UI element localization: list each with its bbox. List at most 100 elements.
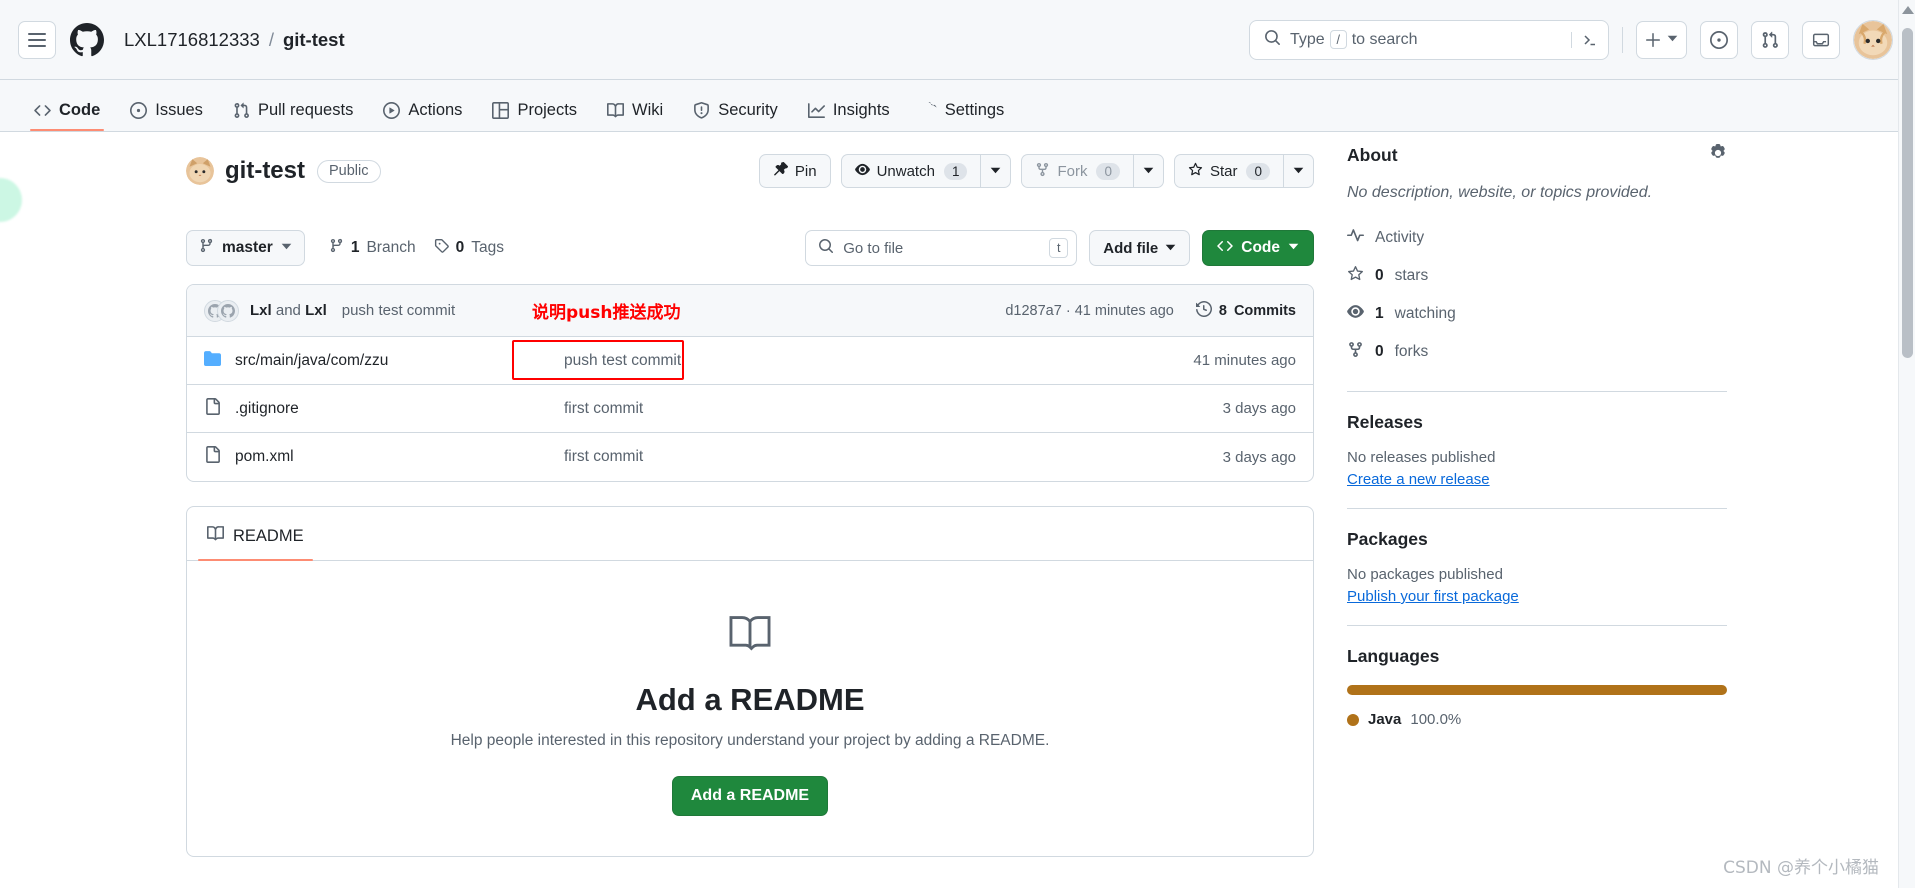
watch-button-group: Unwatch 1 [840,154,1012,188]
sidebar-item-stars[interactable]: 0 stars [1347,257,1727,295]
create-release-link[interactable]: Create a new release [1347,471,1727,488]
tab-projects[interactable]: Projects [480,102,589,131]
file-name-cell: pom.xml [204,446,564,468]
tab-actions[interactable]: Actions [371,102,474,131]
star-dropdown-button[interactable] [1283,154,1314,188]
repo-actions: Pin Unwatch 1 Fork 0 Star 0 [758,154,1314,188]
tab-issues[interactable]: Issues [118,102,215,131]
scroll-up-arrow-icon[interactable] [1902,6,1914,14]
file-name[interactable]: src/main/java/com/zzu [235,352,388,370]
tab-wiki[interactable]: Wiki [595,102,675,131]
file-commit-message[interactable]: first commit [564,400,1223,418]
table-row[interactable]: pom.xml first commit 3 days ago [187,433,1313,481]
fork-button[interactable]: Fork 0 [1021,154,1133,188]
tab-security[interactable]: Security [681,102,790,131]
commit-sha-separator: · [1065,302,1071,319]
page-scrollbar[interactable] [1898,0,1915,888]
file-name[interactable]: .gitignore [235,400,299,418]
page-title[interactable]: git-test [225,157,305,185]
unwatch-button[interactable]: Unwatch 1 [840,154,981,188]
tab-pull-requests-label: Pull requests [257,101,354,120]
commit-author-conjunction: and [275,302,301,319]
language-name: Java [1368,711,1402,728]
tab-code[interactable]: Code [22,102,112,131]
issues-icon[interactable] [1700,20,1738,59]
pin-button[interactable]: Pin [758,154,831,188]
scrollbar-thumb[interactable] [1902,28,1913,358]
eye-icon [1347,303,1364,325]
commit-sha: d1287a7 [1005,302,1062,319]
gear-icon[interactable] [1709,144,1727,167]
file-name[interactable]: pom.xml [235,448,294,466]
github-logo-icon[interactable] [70,22,104,57]
create-new-button[interactable] [1636,20,1687,59]
branch-selector[interactable]: master [186,230,305,266]
commit-author-primary[interactable]: Lxl [250,302,272,319]
code-button[interactable]: Code [1202,230,1314,266]
file-list-container: Lxl and Lxl push test commit 说明push推送成功 … [186,284,1314,482]
file-age: 3 days ago [1222,448,1296,466]
star-icon [1347,265,1364,287]
go-to-file-input[interactable]: Go to file t [805,230,1078,266]
commits-word: Commits [1233,302,1296,319]
table-row[interactable]: src/main/java/com/zzu push test commit 4… [187,337,1313,385]
tab-settings[interactable]: Settings [908,102,1017,131]
user-avatar[interactable] [1853,19,1893,60]
branch-count-link[interactable]: 1 Branch [329,238,416,258]
tag-count-link[interactable]: 0 Tags [434,238,504,258]
hamburger-menu-icon[interactable] [18,20,56,59]
commit-author-secondary[interactable]: Lxl [305,302,327,319]
star-button-group: Star 0 [1173,154,1314,188]
command-palette-icon[interactable] [1571,31,1598,48]
packages-empty-text: No packages published [1347,566,1503,583]
tab-insights[interactable]: Insights [796,102,902,131]
chevron-down-icon [1288,239,1299,257]
publish-package-link[interactable]: Publish your first package [1347,588,1727,605]
add-readme-button[interactable]: Add a README [671,776,829,816]
forks-count: 0 [1375,343,1384,360]
chevron-down-icon [1293,163,1304,180]
releases-empty-text: No releases published [1347,449,1496,466]
fork-dropdown-button[interactable] [1132,154,1164,188]
commits-count-link[interactable]: 8 Commits [1195,300,1296,321]
tab-pull-requests[interactable]: Pull requests [221,102,365,131]
tab-settings-label: Settings [944,101,1005,120]
branch-icon [329,238,344,258]
sidebar-item-activity[interactable]: Activity [1347,219,1727,257]
breadcrumb-separator: / [268,28,274,50]
unwatch-label: Unwatch [876,162,935,180]
breadcrumb-repo[interactable]: git-test [283,29,345,51]
table-row[interactable]: .gitignore first commit 3 days ago [187,385,1313,433]
about-stats-list: Activity 0 stars 1 watching 0 forks [1347,219,1727,371]
tab-readme[interactable]: README [198,525,313,561]
commit-sha-and-age[interactable]: d1287a7 · 41 minutes ago [1005,303,1174,319]
inbox-icon[interactable] [1802,20,1840,59]
commit-message[interactable]: push test commit [342,302,455,319]
language-legend[interactable]: Java 100.0% [1347,711,1727,728]
commit-author-avatars [204,299,239,322]
watch-dropdown-button[interactable] [980,154,1012,188]
about-description: No description, website, or topics provi… [1347,184,1653,201]
owner-avatar[interactable] [186,157,214,185]
stars-count: 0 [1375,267,1384,284]
star-button[interactable]: Star 0 [1173,154,1283,188]
tab-wiki-label: Wiki [632,101,664,120]
star-icon [1188,162,1203,181]
file-name-cell: .gitignore [204,397,564,420]
file-name-cell: src/main/java/com/zzu [204,350,564,372]
breadcrumb-owner[interactable]: LXL1716812333 [124,29,260,51]
fork-label: Fork [1057,162,1088,180]
about-header: About [1347,144,1727,167]
chevron-down-icon [1143,163,1154,180]
add-file-button[interactable]: Add file [1089,230,1191,266]
eye-icon [854,162,870,181]
pull-requests-icon[interactable] [1751,20,1789,59]
sidebar-item-forks[interactable]: 0 forks [1347,333,1727,371]
file-commit-message[interactable]: first commit [564,448,1223,466]
search-input[interactable]: Type / to search [1249,19,1609,60]
tag-icon [434,238,449,258]
branch-word: Branch [366,239,416,256]
file-commit-message[interactable]: push test commit [564,352,1193,370]
sidebar-item-watching[interactable]: 1 watching [1347,295,1727,333]
global-header: LXL1716812333 / git-test Type / to searc… [0,0,1915,80]
